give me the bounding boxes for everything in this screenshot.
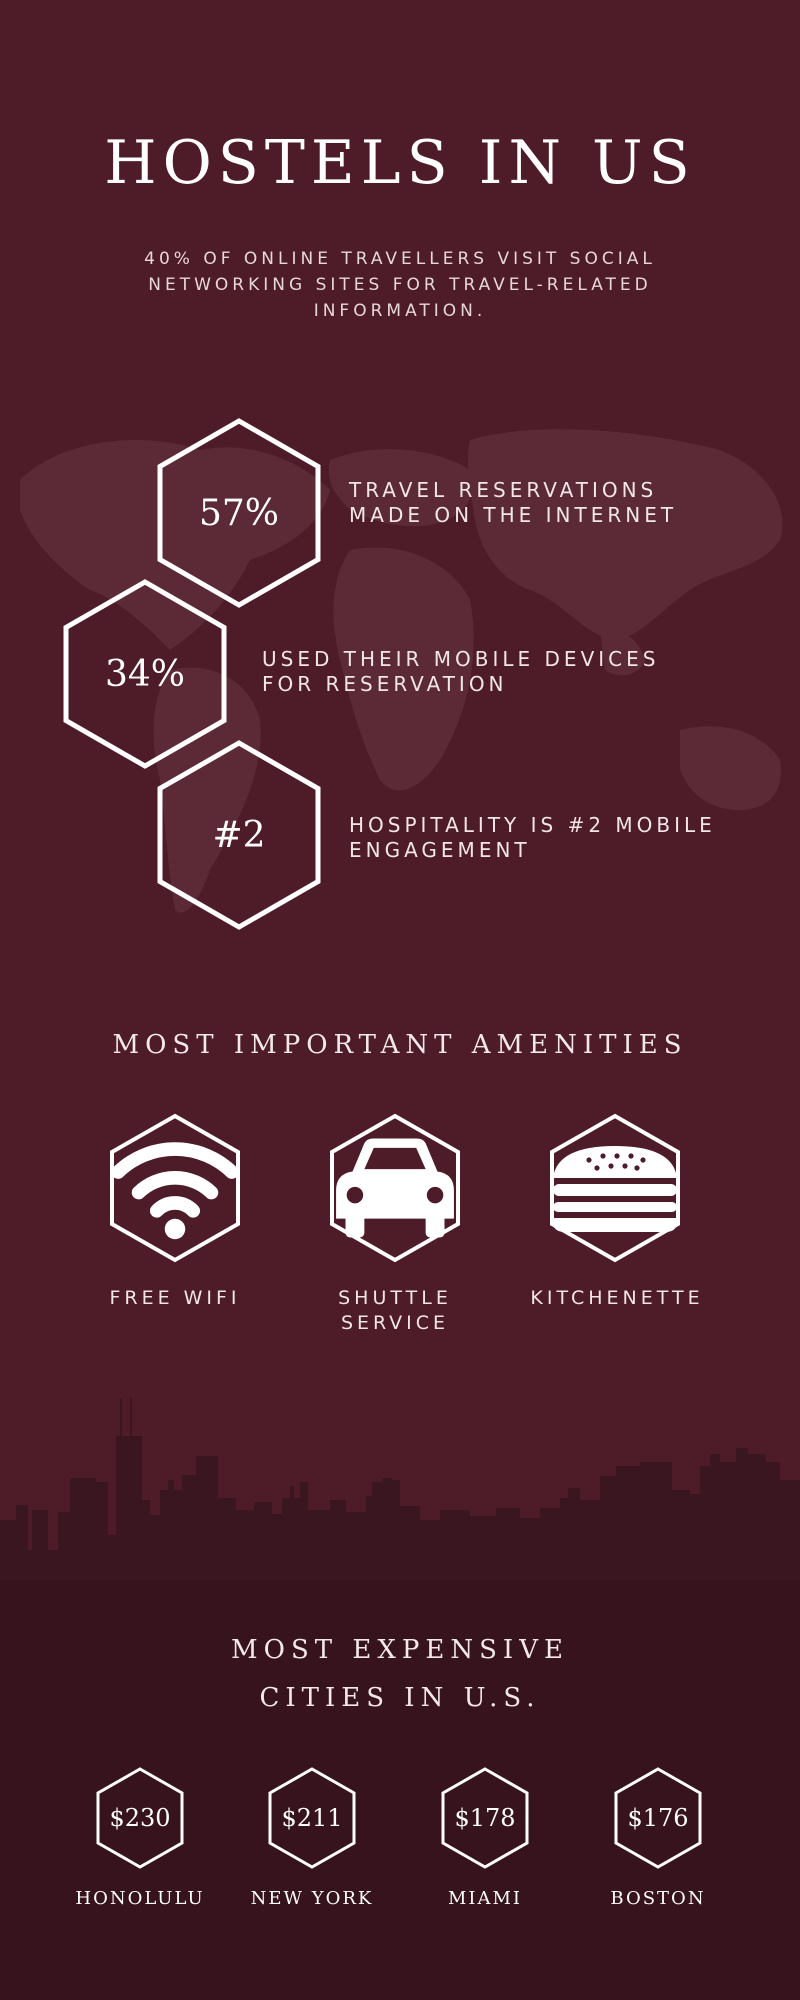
amenity-hexagon-kitchenette: [549, 1113, 681, 1263]
stat-hexagon-3: #2: [157, 740, 321, 930]
amenity-hexagon-wifi: [109, 1113, 241, 1263]
page-title: HOSTELS IN US: [104, 128, 696, 198]
city-price: $176: [627, 1804, 689, 1832]
city-hexagon-4: $176: [614, 1767, 702, 1869]
city-name: MIAMI: [447, 1888, 523, 1909]
city-hexagon-2: $211: [268, 1767, 356, 1869]
amenities-title: MOST IMPORTANT AMENITIES: [112, 1030, 688, 1060]
stat-value: #2: [212, 814, 266, 856]
city-price: $211: [281, 1804, 343, 1832]
city-name: HONOLULU: [75, 1888, 205, 1909]
city-name: NEW YORK: [250, 1888, 374, 1909]
amenity-label: FREE WIFI: [109, 1287, 241, 1309]
city-price: $230: [109, 1804, 171, 1832]
car-icon: [336, 1138, 454, 1238]
city-skyline: [0, 1398, 800, 1590]
city-price: $178: [454, 1804, 516, 1832]
city-hexagon-3: $178: [441, 1767, 529, 1869]
city-hexagon-1: $230: [96, 1767, 184, 1869]
amenity-label: SHUTTLE SERVICE: [338, 1287, 452, 1334]
page-subtitle: 40% OF ONLINE TRAVELLERS VISIT SOCIAL NE…: [144, 249, 656, 321]
stat-text: TRAVEL RESERVATIONS MADE ON THE INTERNET: [349, 478, 678, 527]
amenity-hexagon-shuttle: [329, 1113, 461, 1263]
amenity-label: KITCHENETTE: [530, 1287, 704, 1309]
city-name: BOSTON: [610, 1888, 706, 1909]
cities-title-line1: MOST EXPENSIVE: [231, 1635, 569, 1665]
wifi-icon: [111, 1142, 239, 1240]
stat-text: HOSPITALITY IS #2 MOBILE ENGAGEMENT: [349, 813, 716, 862]
cities-title-line2: CITIES IN U.S.: [259, 1683, 541, 1713]
stat-text: USED THEIR MOBILE DEVICES FOR RESERVATIO…: [262, 647, 660, 696]
burger-icon: [553, 1146, 677, 1232]
